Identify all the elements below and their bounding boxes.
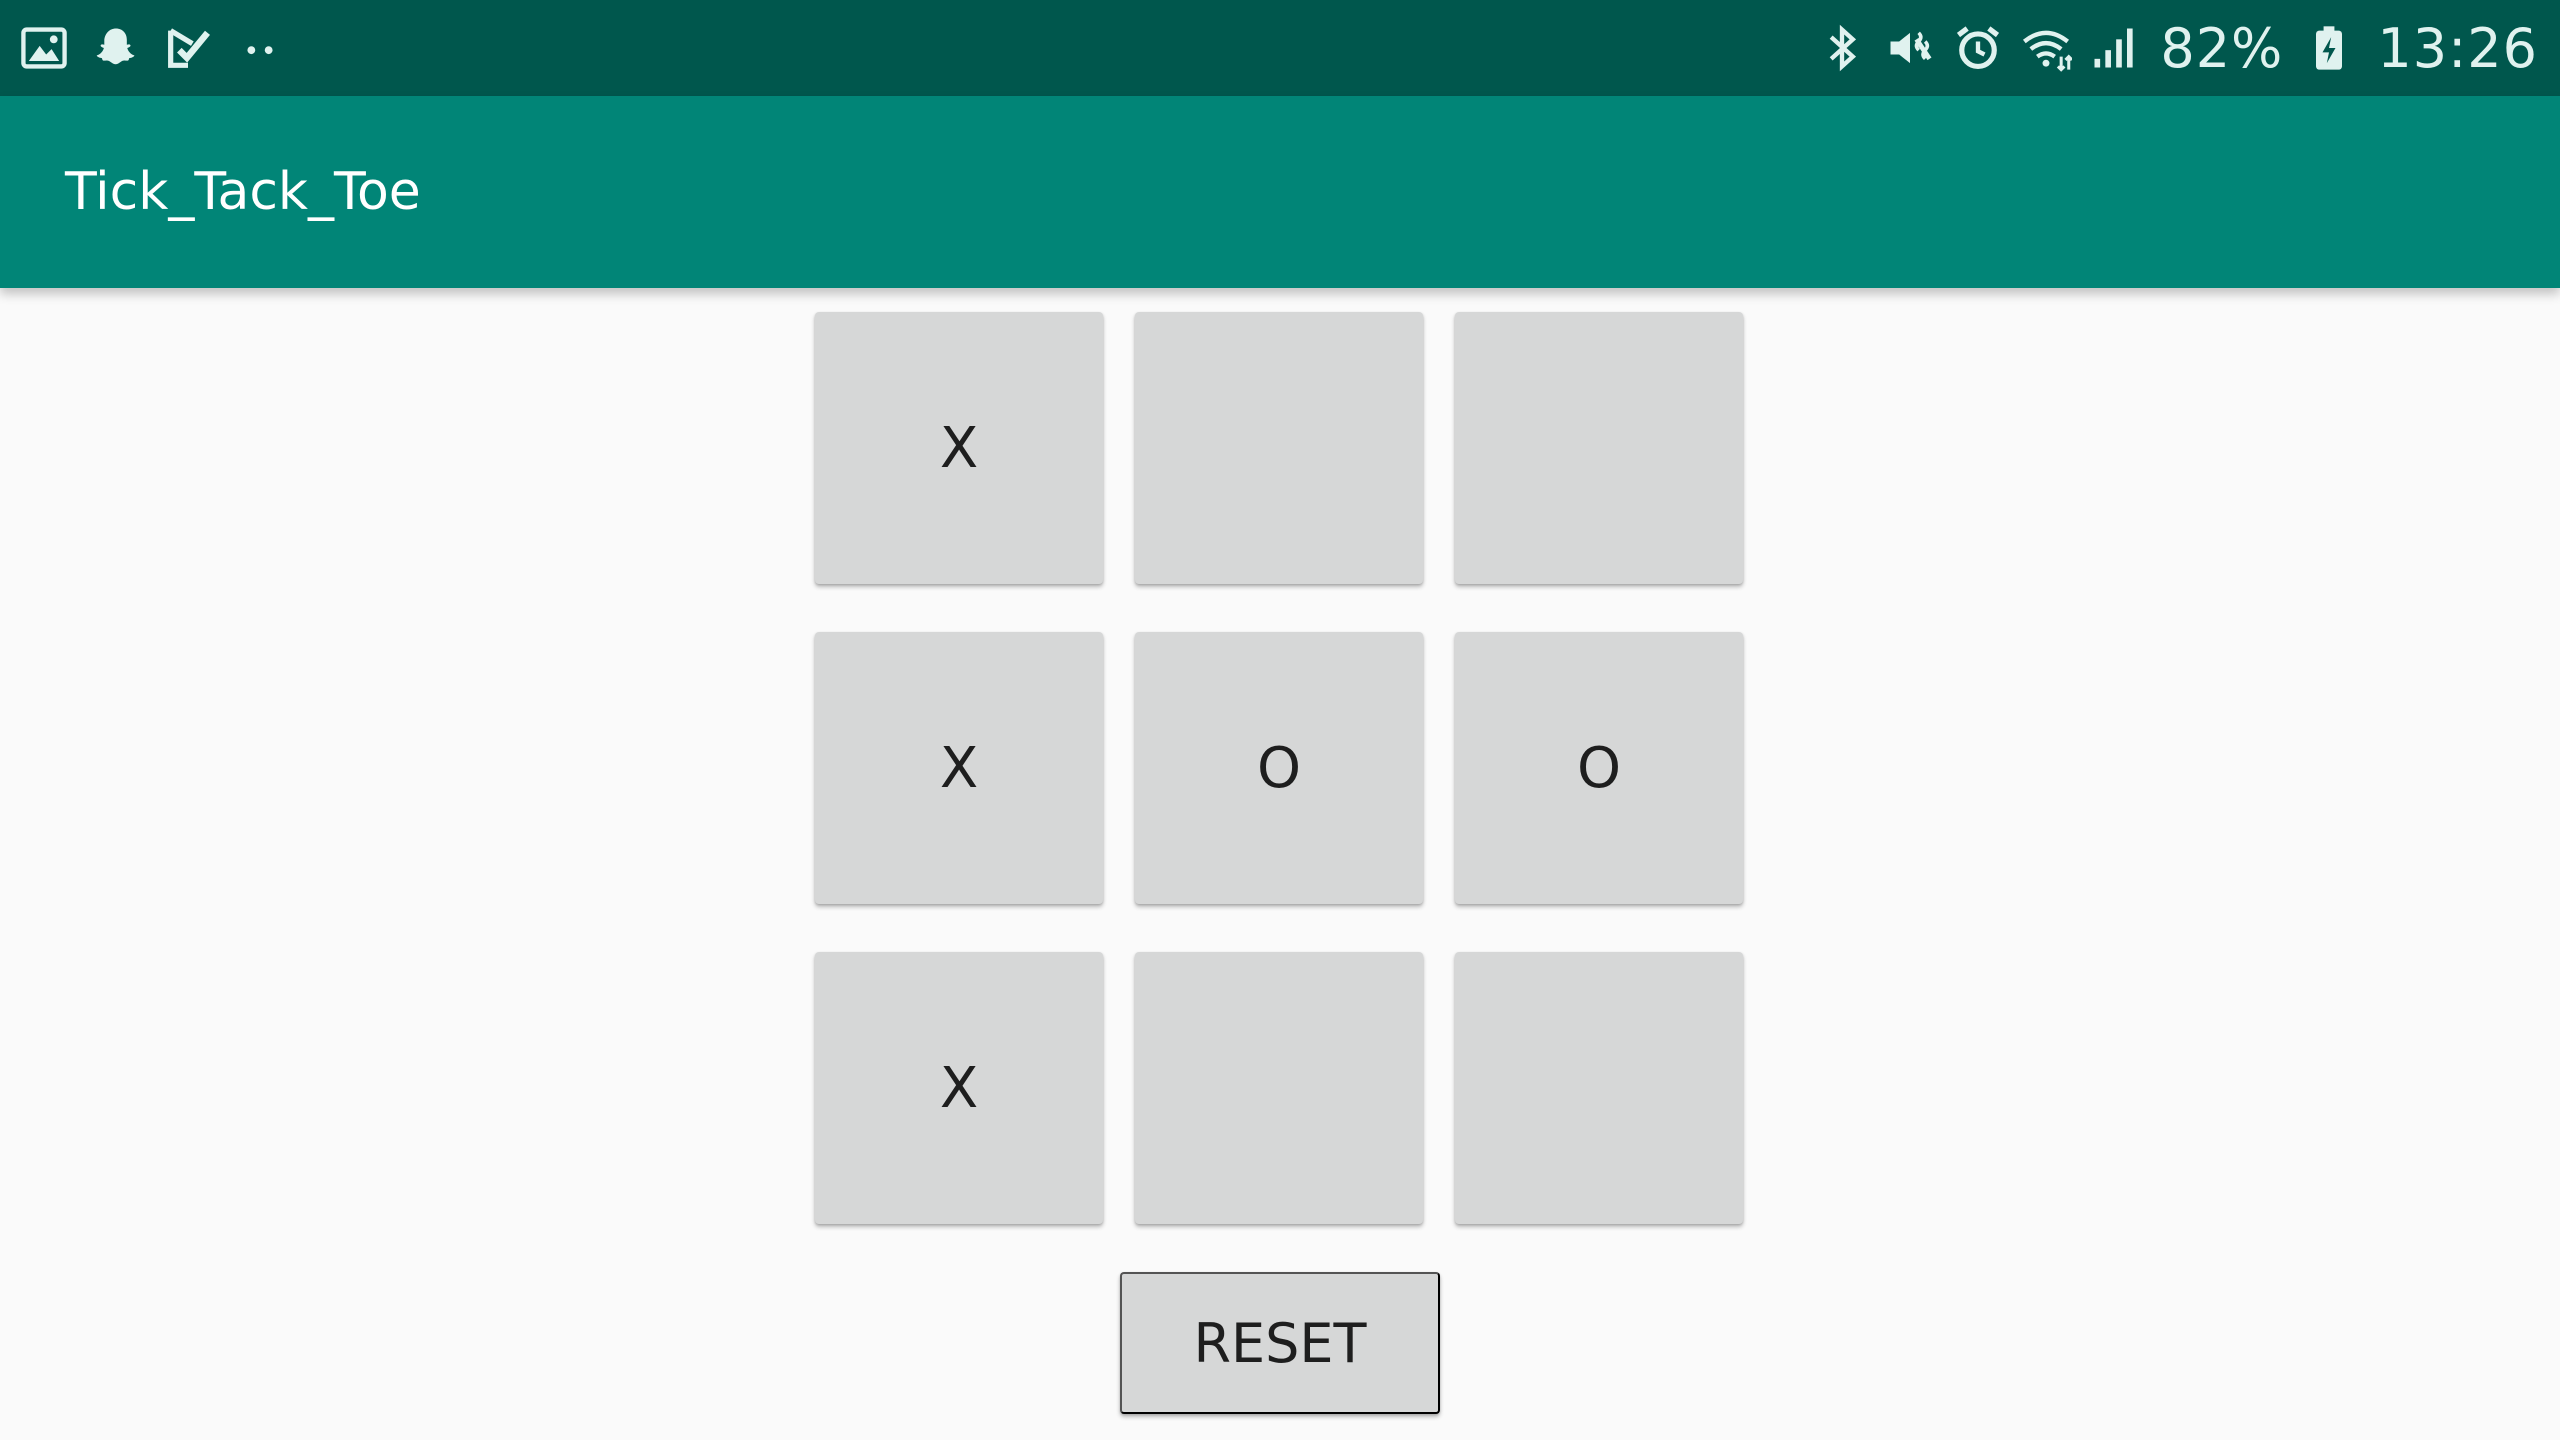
status-bar: 82% 13:26 <box>0 0 2560 96</box>
notification-icons <box>14 18 302 78</box>
wifi-icon <box>2018 18 2074 78</box>
cell-2-1[interactable]: X <box>815 632 1103 904</box>
cell-2-2[interactable]: O <box>1135 632 1423 904</box>
signal-icon <box>2086 18 2142 78</box>
battery-charging-icon <box>2301 18 2357 78</box>
cell-1-2[interactable] <box>1135 312 1423 584</box>
cell-3-2[interactable] <box>1135 952 1423 1224</box>
cell-3-3[interactable] <box>1455 952 1743 1224</box>
cell-2-3[interactable]: O <box>1455 632 1743 904</box>
cell-1-3[interactable] <box>1455 312 1743 584</box>
vibrate-mute-icon <box>1882 18 1938 78</box>
more-dots-icon <box>230 18 290 78</box>
reset-button[interactable]: RESET <box>1120 1272 1440 1414</box>
snapchat-icon <box>86 18 146 78</box>
alarm-icon <box>1950 18 2006 78</box>
cell-3-1[interactable]: X <box>815 952 1103 1224</box>
system-icons: 82% 13:26 <box>1810 12 2538 84</box>
task-check-icon <box>158 18 218 78</box>
gallery-icon <box>14 18 74 78</box>
cell-1-1[interactable]: X <box>815 312 1103 584</box>
clock-time: 13:26 <box>2377 16 2538 80</box>
app-title: Tick_Tack_Toe <box>65 162 421 222</box>
app-bar: Tick_Tack_Toe <box>0 96 2560 288</box>
battery-percent: 82% <box>2160 16 2284 80</box>
bluetooth-icon <box>1814 18 1870 78</box>
